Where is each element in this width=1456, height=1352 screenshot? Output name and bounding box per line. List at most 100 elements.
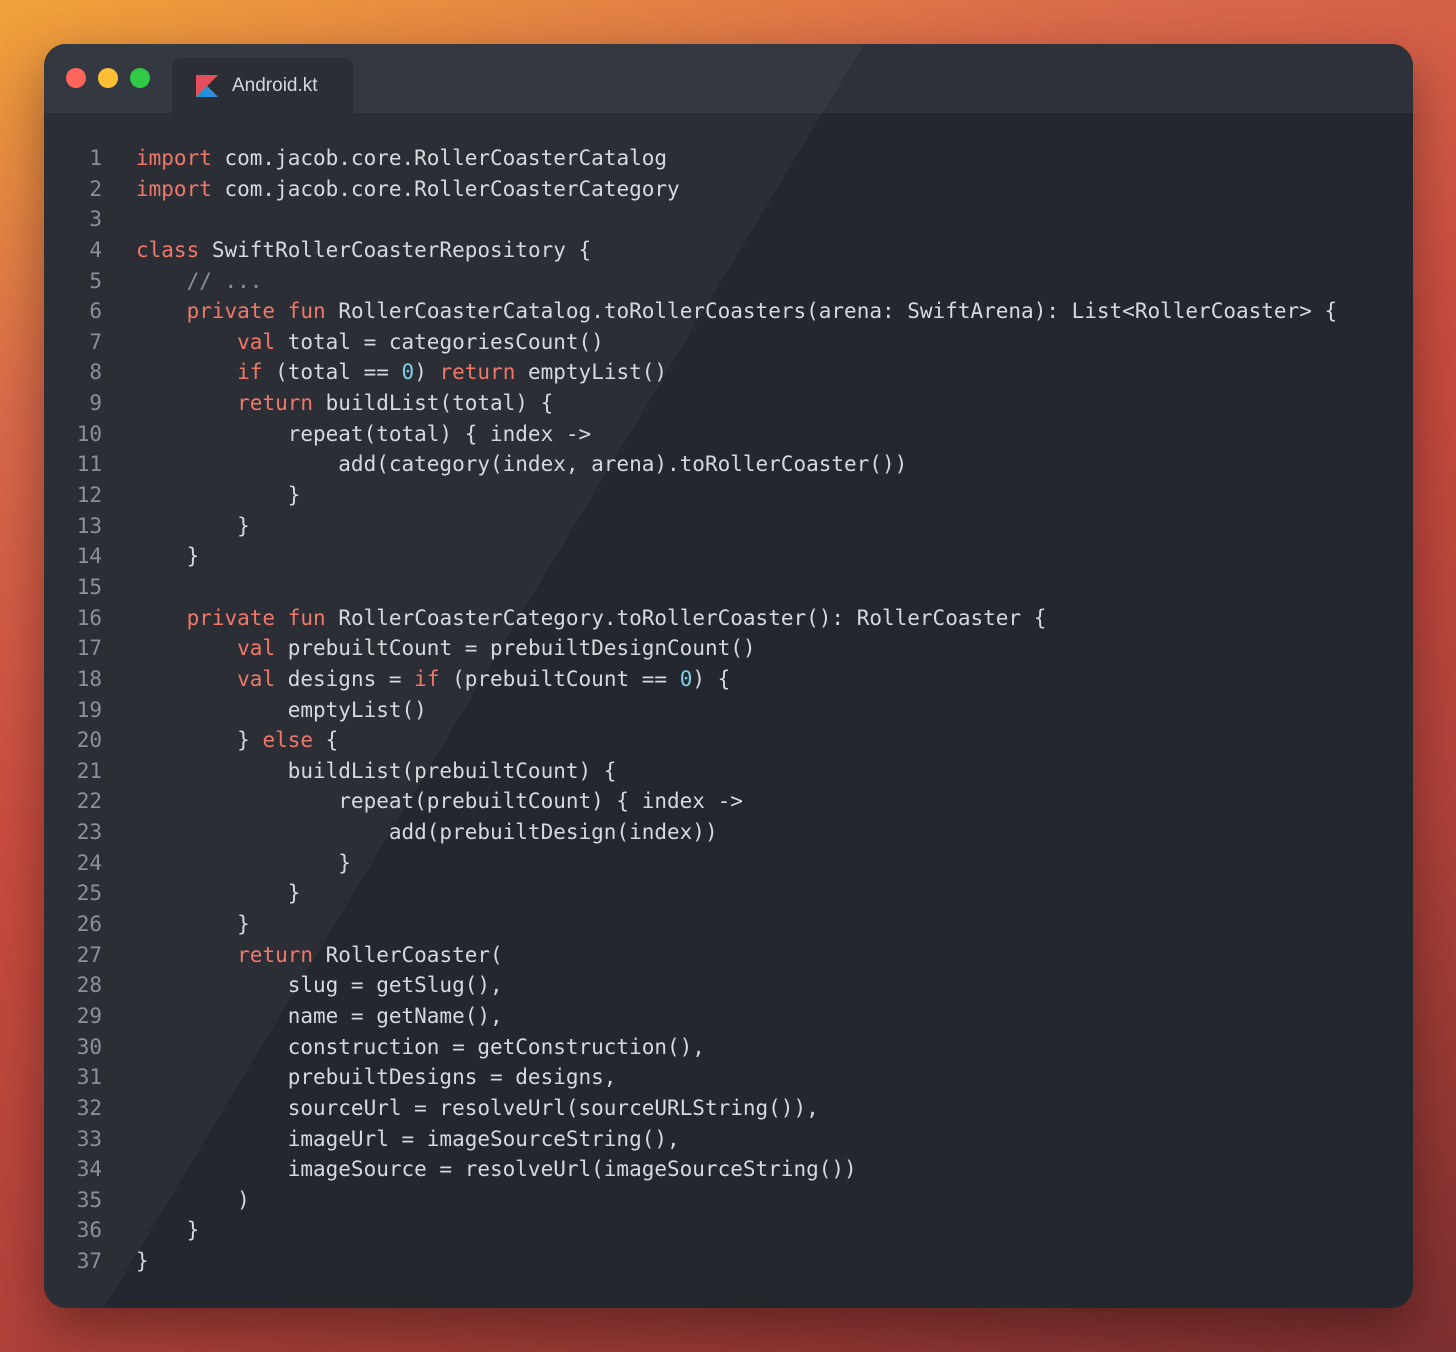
line-number: 25 (76, 881, 102, 906)
close-button[interactable] (66, 68, 86, 88)
line-source: } (136, 511, 250, 542)
code-line: 19 emptyList() (44, 695, 1413, 726)
line-number: 30 (76, 1034, 102, 1059)
line-number: 32 (76, 1095, 102, 1120)
line-number: 24 (76, 850, 102, 875)
minimize-button[interactable] (98, 68, 118, 88)
line-source: val designs = if (prebuiltCount == 0) { (136, 664, 730, 695)
line-source: add(prebuiltDesign(index)) (136, 817, 718, 848)
code-token: } (136, 544, 200, 569)
code-line: 35 ) (44, 1185, 1413, 1216)
code-token: buildList(prebuiltCount) { (136, 758, 617, 783)
code-token: sourceUrl = resolveUrl(sourceURLString()… (136, 1095, 819, 1120)
code-token: emptyList() (136, 697, 427, 722)
tab-android-kt[interactable]: Android.kt (172, 58, 353, 113)
code-line: 28 slug = getSlug(), (44, 970, 1413, 1001)
code-line: 30 construction = getConstruction(), (44, 1032, 1413, 1063)
code-line: 3 (44, 204, 1413, 235)
code-token: designs = (275, 666, 415, 691)
line-source: } (136, 1215, 200, 1246)
line-source: construction = getConstruction(), (136, 1032, 705, 1063)
line-number: 9 (89, 391, 102, 416)
line-number: 36 (76, 1218, 102, 1243)
code-token: emptyList() (515, 360, 668, 385)
line-source: private fun RollerCoasterCategory.toRoll… (136, 603, 1047, 634)
code-token: (prebuiltCount == (439, 666, 680, 691)
line-source: } (136, 848, 351, 879)
code-token: else (262, 728, 314, 753)
line-source: // ... (136, 266, 263, 297)
code-line: 29 name = getName(), (44, 1001, 1413, 1032)
line-number: 19 (76, 697, 102, 722)
code-line: 15 (44, 572, 1413, 603)
line-number: 6 (89, 299, 102, 324)
code-token: slug = getSlug(), (136, 973, 503, 998)
code-line: 21 buildList(prebuiltCount) { (44, 756, 1413, 787)
line-source: import com.jacob.core.RollerCoasterCatal… (136, 143, 667, 174)
line-number: 34 (76, 1157, 102, 1182)
code-token: val (237, 636, 276, 661)
line-source: import com.jacob.core.RollerCoasterCateg… (136, 174, 680, 205)
code-token: import (136, 146, 212, 170)
line-number: 13 (76, 513, 102, 538)
code-token: com.jacob.core.RollerCoasterCategory (211, 176, 680, 201)
code-line: 23 add(prebuiltDesign(index)) (44, 817, 1413, 848)
code-token: add(prebuiltDesign(index)) (136, 820, 718, 845)
line-number: 5 (89, 268, 102, 293)
line-source: emptyList() (136, 695, 427, 726)
code-line: 17 val prebuiltCount = prebuiltDesignCou… (44, 633, 1413, 664)
maximize-button[interactable] (130, 68, 150, 88)
code-line: 34 imageSource = resolveUrl(imageSourceS… (44, 1154, 1413, 1185)
code-editor[interactable]: 1 import com.jacob.core.RollerCoasterCata… (44, 143, 1413, 1277)
line-source: if (total == 0) return emptyList() (136, 357, 667, 388)
code-line: 12 } (44, 480, 1413, 511)
code-token: 0 (679, 666, 693, 691)
line-source: } (136, 909, 250, 940)
line-source: } (136, 878, 301, 909)
code-token: RollerCoasterCategory.toRollerCoaster():… (325, 605, 1047, 630)
code-token: SwiftRollerCoasterRepository { (199, 237, 592, 262)
code-line: 37} (44, 1246, 1413, 1277)
line-source: } (136, 480, 301, 511)
code-line: 26 } (44, 909, 1413, 940)
code-line: 22 repeat(prebuiltCount) { index -> (44, 786, 1413, 817)
line-source: } (136, 541, 200, 572)
line-source: return buildList(total) { (136, 388, 553, 419)
code-token: repeat(total) { index -> (136, 421, 592, 446)
code-token: return (237, 942, 314, 967)
line-number: 20 (76, 728, 102, 753)
line-source: add(category(index, arena).toRollerCoast… (136, 449, 907, 480)
code-token: construction = getConstruction(), (136, 1034, 705, 1059)
line-number: 37 (76, 1249, 102, 1274)
code-token: } (136, 728, 263, 753)
code-token: ) { (692, 666, 731, 691)
code-token: { (313, 728, 339, 753)
title-bar: Android.kt (44, 44, 1413, 113)
line-source: private fun RollerCoasterCatalog.toRolle… (136, 296, 1338, 327)
line-number: 8 (89, 360, 102, 385)
code-token: imageUrl = imageSourceString(), (136, 1126, 680, 1151)
line-number: 1 (89, 146, 102, 170)
line-source: repeat(total) { index -> (136, 419, 591, 450)
code-token: total = categoriesCount() (275, 329, 604, 354)
line-number: 22 (76, 789, 102, 814)
line-source: name = getName(), (136, 1001, 503, 1032)
line-source: sourceUrl = resolveUrl(sourceURLString()… (136, 1093, 819, 1124)
line-source: repeat(prebuiltCount) { index -> (136, 786, 743, 817)
code-token: imageSource = resolveUrl(imageSourceStri… (136, 1157, 857, 1182)
code-token: return (237, 391, 314, 416)
kotlin-icon (196, 74, 218, 97)
code-line: 16 private fun RollerCoasterCategory.toR… (44, 603, 1413, 634)
code-token: add(category(index, arena).toRollerCoast… (136, 452, 908, 477)
line-number: 29 (76, 1003, 102, 1028)
code-line: 33 imageUrl = imageSourceString(), (44, 1124, 1413, 1155)
line-number: 18 (76, 666, 102, 691)
line-number: 3 (89, 207, 102, 232)
